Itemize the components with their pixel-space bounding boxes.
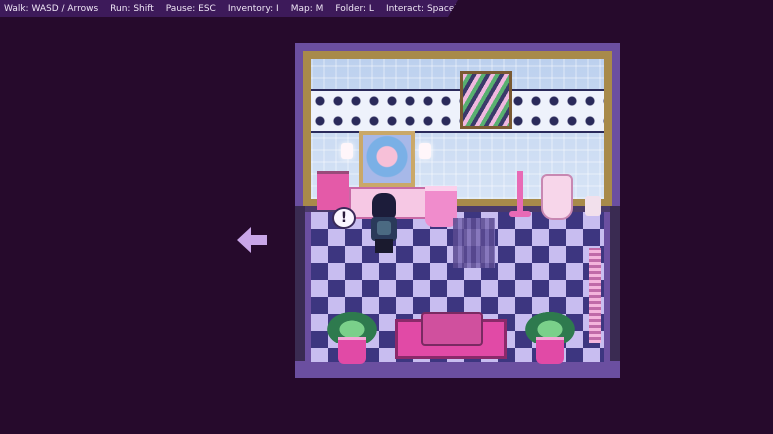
wall-lamp-left	[341, 143, 353, 159]
window-glass	[463, 74, 509, 126]
mirror-reflection	[363, 135, 411, 183]
trash-can[interactable]	[585, 196, 601, 216]
left-wall-strip	[295, 206, 305, 361]
player-hair	[372, 193, 396, 219]
right-wall-strip	[610, 206, 620, 361]
plant-pot	[338, 337, 366, 364]
toilet[interactable]	[541, 174, 573, 220]
hint-walk: Walk: WASD / Arrows	[4, 3, 99, 14]
hint-map: Map: M	[290, 3, 324, 14]
wall-tile-border	[311, 89, 604, 133]
bath-mat	[453, 218, 495, 268]
towel-rack[interactable]	[589, 248, 601, 343]
window[interactable]	[460, 71, 512, 129]
bench-cushion	[421, 312, 483, 346]
hint-inventory: Inventory: I	[227, 3, 279, 14]
player-backpack	[377, 221, 391, 235]
mirror[interactable]	[359, 131, 415, 187]
hint-interact: Interact: Spacebar / Enter	[385, 3, 503, 14]
potted-plant-right[interactable]	[521, 309, 579, 364]
exclamation-icon[interactable]: !	[332, 207, 356, 229]
bathroom-room: !	[295, 43, 620, 378]
towel[interactable]	[317, 171, 349, 210]
hint-pause: Pause: ESC	[165, 3, 216, 14]
stand-base	[509, 211, 531, 217]
hint-run: Run: Shift	[110, 3, 154, 14]
controls-hint-bar: Walk: WASD / Arrows Run: Shift Pause: ES…	[0, 0, 458, 17]
wall-lamp-right	[419, 143, 431, 159]
plant-pot	[536, 337, 564, 364]
player-legs	[375, 239, 393, 253]
potted-plant-left[interactable]	[323, 309, 381, 364]
hint-folder: Folder: L	[335, 3, 374, 14]
exit-arrow-left-icon[interactable]	[237, 226, 267, 254]
player-character	[369, 193, 399, 255]
